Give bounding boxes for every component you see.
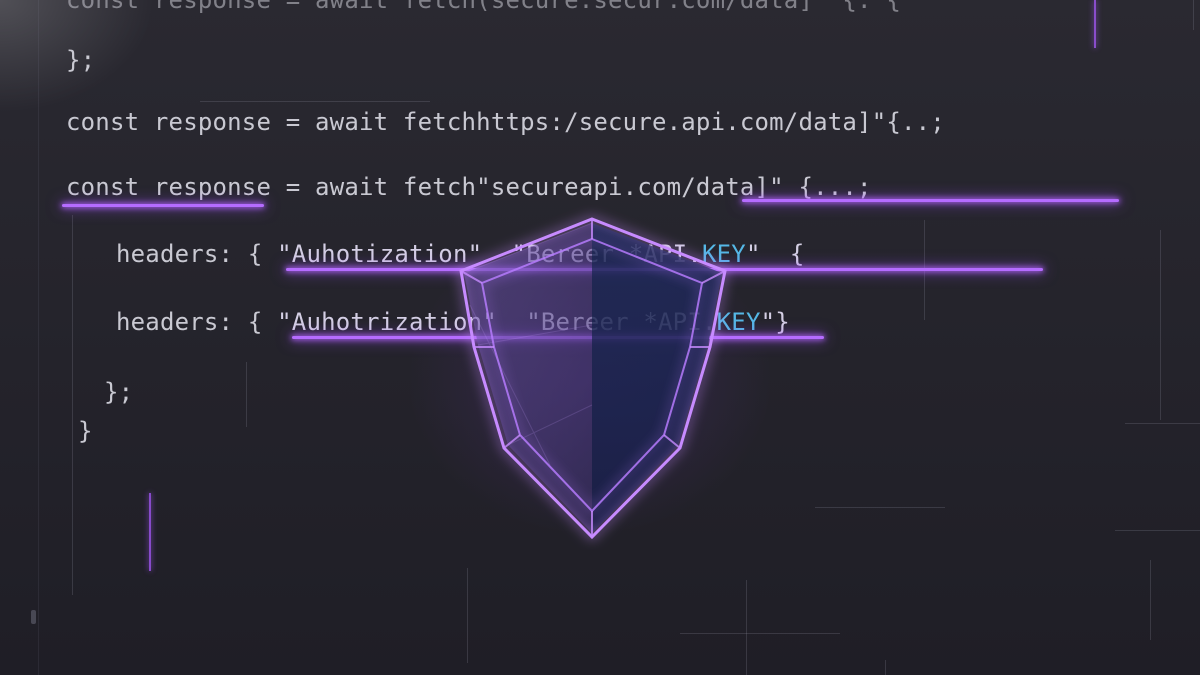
code-line: } [78, 417, 93, 445]
code-string: "} [760, 308, 790, 336]
code-token: headers: { [116, 240, 278, 268]
code-token: headers: { [116, 308, 278, 336]
code-line: const response = await fetchhttps:/secur… [66, 108, 945, 136]
shield-icon [440, 205, 750, 550]
code-line: }; [66, 46, 96, 74]
code-token: = await fetch"secureapi.com/data]" {...; [271, 173, 872, 201]
code-string: " { [745, 240, 805, 268]
code-line: }; [104, 378, 134, 406]
code-token: const response [66, 173, 272, 201]
code-line: const response = await fetch(secure.secu… [66, 0, 902, 14]
